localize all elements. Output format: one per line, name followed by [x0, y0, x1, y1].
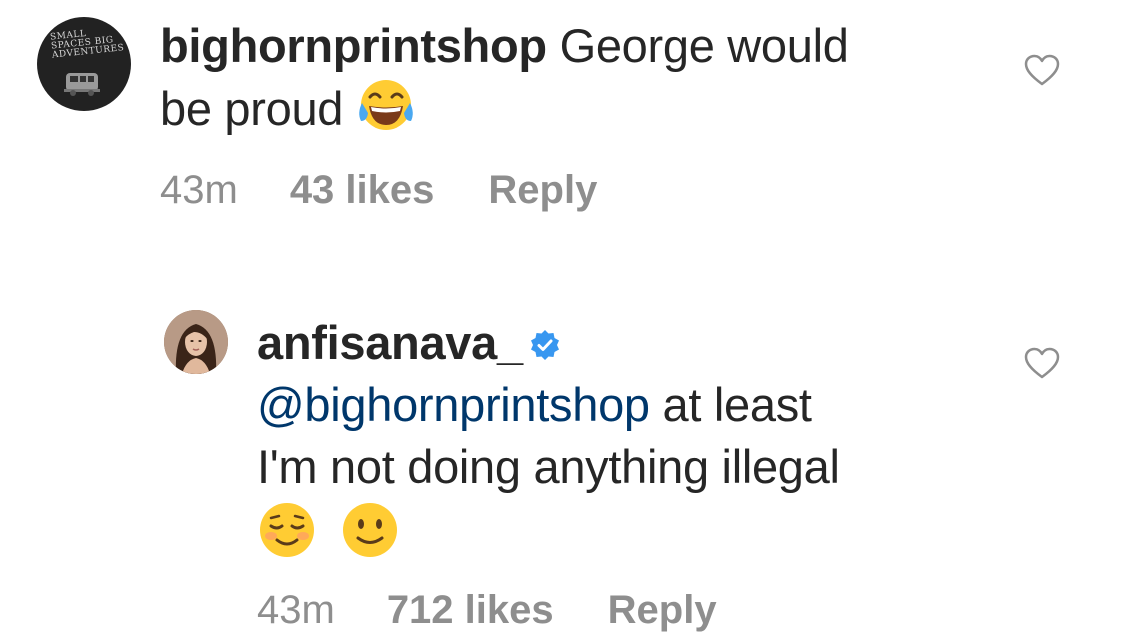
comment-text-line1: at least: [662, 378, 812, 431]
verified-badge-icon: [530, 330, 559, 360]
reply-button[interactable]: Reply: [488, 168, 597, 213]
comment-meta: 43m 43 likes Reply: [160, 168, 597, 213]
comment-bighornprintshop: SMALL SPACES BIG ADVENTURES bighornprint…: [0, 0, 1125, 230]
comment-likes[interactable]: 43 likes: [290, 168, 435, 213]
avatar[interactable]: [164, 310, 228, 374]
van-icon: [64, 73, 100, 96]
comment-text-line2: I'm not doing anything illegal: [257, 440, 840, 493]
comment-meta: 43m 712 likes Reply: [257, 588, 717, 633]
comment-anfisanava: anfisanava_ @bighornprintshop at least I…: [0, 290, 1125, 634]
comment-username[interactable]: bighornprintshop: [160, 19, 547, 72]
comment-text: bighornprintshop George would be proud: [160, 15, 1000, 140]
comment-time: 43m: [257, 588, 335, 632]
reply-button[interactable]: Reply: [608, 588, 717, 633]
comment-text: anfisanava_ @bighornprintshop at least I…: [257, 312, 1057, 567]
avatar[interactable]: SMALL SPACES BIG ADVENTURES: [37, 17, 131, 111]
profile-photo: [164, 310, 228, 374]
avatar-logo-text: SMALL SPACES BIG ADVENTURES: [49, 28, 125, 61]
comment-text-line1: George would: [559, 19, 849, 72]
heart-icon[interactable]: [1023, 53, 1061, 87]
heart-icon[interactable]: [1023, 346, 1061, 380]
slightly-smiling-face-emoji: [342, 503, 397, 557]
comment-likes[interactable]: 712 likes: [387, 588, 554, 633]
tears-of-joy-emoji: [359, 80, 413, 130]
comment-username[interactable]: anfisanava_: [257, 316, 523, 369]
comment-text-line2: be proud: [160, 82, 344, 135]
mention-link[interactable]: @bighornprintshop: [257, 378, 650, 431]
relieved-face-emoji: [260, 503, 314, 557]
comment-time: 43m: [160, 168, 238, 212]
